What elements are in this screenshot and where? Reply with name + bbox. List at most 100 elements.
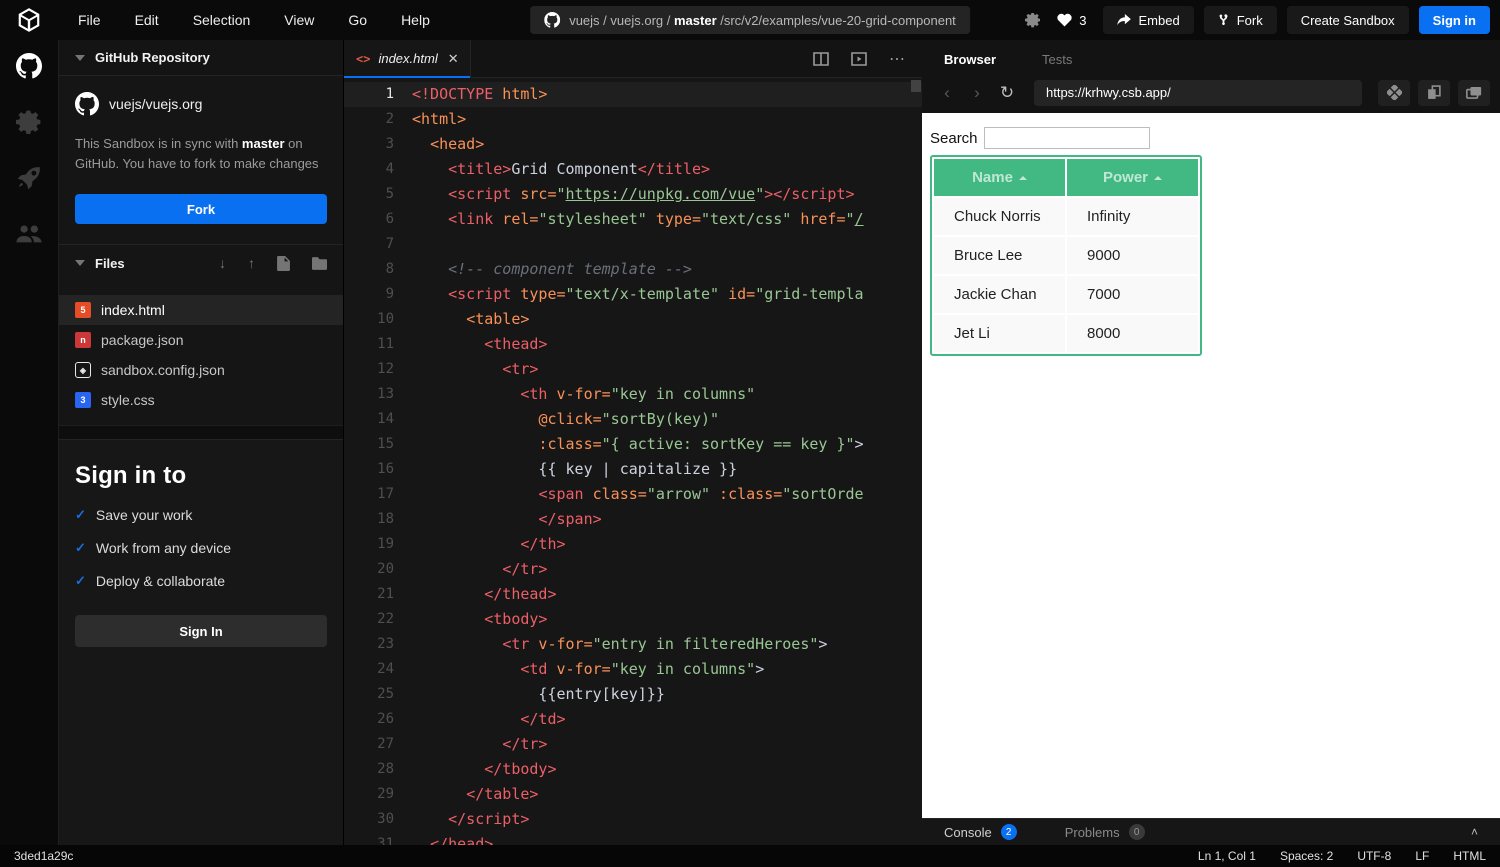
menu-go[interactable]: Go [348, 12, 367, 28]
code-line-7[interactable]: 7 [344, 232, 922, 257]
forward-icon[interactable]: › [966, 83, 988, 103]
github-panel-icon[interactable] [15, 52, 43, 80]
eol-setting[interactable]: LF [1415, 849, 1429, 863]
sort-header-name[interactable]: Name [934, 159, 1065, 196]
refresh-icon[interactable]: ↻ [996, 83, 1018, 103]
menu-edit[interactable]: Edit [135, 12, 159, 28]
menu-selection[interactable]: Selection [193, 12, 251, 28]
cursor-position[interactable]: Ln 1, Col 1 [1198, 849, 1256, 863]
sign-in-button-top[interactable]: Sign in [1418, 6, 1490, 34]
code-line-15[interactable]: 15 :class="{ active: sortKey == key }"> [344, 432, 922, 457]
table-row: Bruce Lee 9000 [934, 237, 1198, 274]
code-line-14[interactable]: 14 @click="sortBy(key)" [344, 407, 922, 432]
github-repository-section-header[interactable]: GitHub Repository [59, 40, 343, 76]
code-line-12[interactable]: 12 <tr> [344, 357, 922, 382]
url-bar[interactable]: https://krhwy.csb.app/ [1034, 79, 1362, 106]
line-content: </tbody> [484, 760, 557, 778]
sign-in-button-sidebar[interactable]: Sign In [75, 615, 327, 648]
code-line-21[interactable]: 21 </thead> [344, 582, 922, 607]
indentation-setting[interactable]: Spaces: 2 [1280, 849, 1333, 863]
duplicate-window-icon[interactable] [1458, 79, 1490, 106]
code-line-11[interactable]: 11 <thead> [344, 332, 922, 357]
code-line-4[interactable]: 4 <title>Grid Component</title> [344, 157, 922, 182]
sort-header-power[interactable]: Power [1067, 159, 1198, 196]
more-options-icon[interactable]: ⋯ [889, 49, 906, 69]
encoding-setting[interactable]: UTF-8 [1357, 849, 1391, 863]
back-icon[interactable]: ‹ [936, 83, 958, 103]
deployment-rocket-icon[interactable] [15, 164, 43, 192]
code-line-30[interactable]: 30 </script> [344, 807, 922, 832]
code-line-10[interactable]: 10 <table> [344, 307, 922, 332]
file-item-package.json[interactable]: n package.json [59, 325, 343, 355]
workspace-panel: GitHub Repository vuejs/vuejs.org This S… [58, 40, 343, 845]
tab-index-html[interactable]: <> index.html ✕ [344, 40, 471, 78]
heart-icon [1057, 13, 1072, 27]
problems-tab[interactable]: Problems 0 [1065, 824, 1145, 840]
upload-icon[interactable]: ↑ [248, 255, 255, 271]
search-input[interactable] [983, 127, 1150, 149]
line-number: 18 [377, 511, 394, 527]
code-line-28[interactable]: 28 </tbody> [344, 757, 922, 782]
open-in-new-window-icon[interactable] [1418, 79, 1450, 106]
create-sandbox-button[interactable]: Create Sandbox [1286, 6, 1409, 34]
export-download-icon[interactable]: ↓ [219, 255, 226, 271]
repo-row[interactable]: vuejs/vuejs.org [75, 92, 327, 116]
line-content: <head> [430, 135, 485, 153]
code-line-23[interactable]: 23 <tr v-for="entry in filteredHeroes"> [344, 632, 922, 657]
code-line-29[interactable]: 29 </table> [344, 782, 922, 807]
code-line-27[interactable]: 27 </tr> [344, 732, 922, 757]
expand-console-chevron-icon[interactable]: ˄ [1471, 825, 1478, 839]
menu-help[interactable]: Help [401, 12, 430, 28]
code-line-31[interactable]: 31 </head> [344, 832, 922, 845]
code-editor[interactable]: 1 <!DOCTYPE html> 2 <html> 3 <head> 4 <title>… [344, 78, 922, 845]
code-line-25[interactable]: 25 {{entry[key]}} [344, 682, 922, 707]
close-tab-icon[interactable]: ✕ [448, 51, 459, 67]
codesandbox-logo[interactable] [0, 7, 58, 33]
files-section-header[interactable]: Files ↓ ↑ [59, 245, 343, 281]
code-line-5[interactable]: 5 <script src="https://unpkg.com/vue"></… [344, 182, 922, 207]
code-line-3[interactable]: 3 <head> [344, 132, 922, 157]
new-file-icon[interactable] [277, 255, 290, 271]
console-tab[interactable]: Console 2 [944, 824, 1017, 840]
code-line-17[interactable]: 17 <span class="arrow" :class="sortOrde [344, 482, 922, 507]
preferences-gear-icon[interactable] [1025, 12, 1041, 28]
code-line-26[interactable]: 26 </td> [344, 707, 922, 732]
new-folder-icon[interactable] [312, 256, 327, 270]
tab-browser[interactable]: Browser [944, 52, 996, 67]
code-line-18[interactable]: 18 </span> [344, 507, 922, 532]
split-view-icon[interactable] [813, 51, 829, 66]
editor-scrollbar[interactable] [910, 78, 922, 845]
code-line-16[interactable]: 16 {{ key | capitalize }} [344, 457, 922, 482]
code-line-6[interactable]: 6 <link rel="stylesheet" type="text/css"… [344, 207, 922, 232]
code-line-9[interactable]: 9 <script type="text/x-template" id="gri… [344, 282, 922, 307]
check-icon: ✓ [75, 507, 86, 523]
language-mode[interactable]: HTML [1453, 849, 1486, 863]
fork-button-sidebar[interactable]: Fork [75, 194, 327, 225]
file-item-index.html[interactable]: 5 index.html [59, 295, 343, 326]
breadcrumb[interactable]: vuejs / vuejs.org / master /src/v2/examp… [530, 6, 970, 34]
code-line-2[interactable]: 2 <html> [344, 107, 922, 132]
tab-tests[interactable]: Tests [1042, 52, 1072, 67]
code-line-13[interactable]: 13 <th v-for="key in columns" [344, 382, 922, 407]
code-line-8[interactable]: 8 <!-- component template --> [344, 257, 922, 282]
code-line-1[interactable]: 1 <!DOCTYPE html> [344, 82, 922, 107]
sort-ascending-arrow-icon [1018, 176, 1027, 181]
code-line-24[interactable]: 24 <td v-for="key in columns"> [344, 657, 922, 682]
file-item-sandbox.config.json[interactable]: ◈ sandbox.config.json [59, 355, 343, 385]
code-line-19[interactable]: 19 </th> [344, 532, 922, 557]
code-line-20[interactable]: 20 </tr> [344, 557, 922, 582]
line-number: 15 [377, 436, 394, 452]
menu-view[interactable]: View [284, 12, 314, 28]
fork-button-top[interactable]: Fork [1203, 6, 1277, 34]
menu-file[interactable]: File [78, 12, 101, 28]
open-preview-icon[interactable] [851, 51, 867, 66]
live-users-icon[interactable] [15, 220, 43, 248]
likes[interactable]: 3 [1057, 13, 1087, 28]
repo-card: vuejs/vuejs.org This Sandbox is in sync … [59, 76, 343, 246]
code-line-22[interactable]: 22 <tbody> [344, 607, 922, 632]
scrollbar-thumb[interactable] [911, 80, 921, 92]
embed-button[interactable]: Embed [1102, 6, 1194, 34]
file-item-style.css[interactable]: 3 style.css [59, 385, 343, 415]
responsive-mode-icon[interactable] [1378, 79, 1410, 106]
settings-panel-icon[interactable] [15, 108, 43, 136]
